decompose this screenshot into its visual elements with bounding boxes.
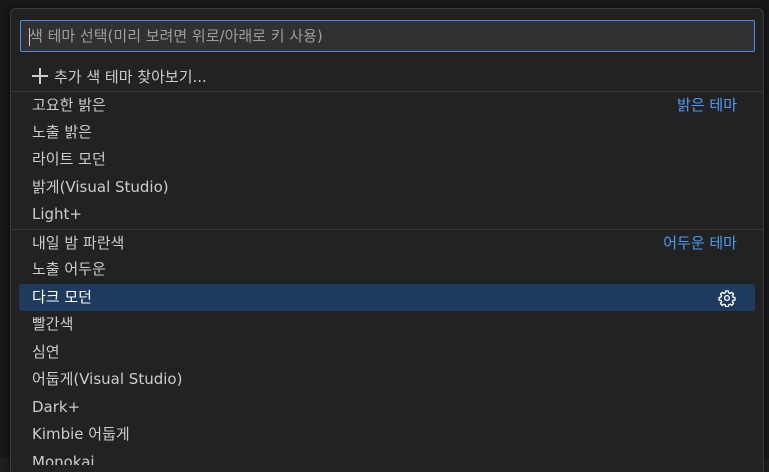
theme-list: 추가 색 테마 찾아보기... 고요한 밝은 밝은 테마 노출 밝은 라이트 모… [11, 63, 763, 465]
theme-item-label: 라이트 모던 [32, 150, 106, 168]
theme-item-light-quiet[interactable]: 고요한 밝은 밝은 테마 [11, 91, 763, 119]
theme-item-label: 밝게(Visual Studio) [32, 177, 169, 196]
theme-item-tomorrow-night-blue[interactable]: 내일 밤 파란색 어두운 테마 [11, 228, 763, 257]
theme-item-label: 심연 [32, 342, 60, 361]
theme-item-label: Dark+ [32, 397, 81, 416]
plus-icon [32, 68, 48, 84]
theme-item-dark-solarized[interactable]: 노출 어두운 [11, 256, 763, 284]
theme-item-label: 노출 어두운 [32, 260, 106, 278]
theme-item-light-solarized[interactable]: 노출 밝은 [11, 119, 763, 147]
theme-item-label: Kimbie 어둡게 [32, 425, 130, 443]
theme-item-label: Light+ [32, 205, 83, 223]
theme-item-dark-plus[interactable]: Dark+ [11, 394, 763, 422]
theme-item-label: 어둡게(Visual Studio) [32, 370, 183, 388]
browse-more-themes-item[interactable]: 추가 색 테마 찾아보기... [11, 63, 763, 91]
theme-item-label: 다크 모던 [32, 287, 92, 306]
dark-themes-group-label: 어두운 테마 [663, 233, 737, 252]
theme-item-label: 노출 밝은 [32, 122, 92, 141]
theme-item-light-visual-studio[interactable]: 밝게(Visual Studio) [11, 174, 763, 202]
theme-item-monokai[interactable]: Monokai [11, 449, 763, 465]
theme-search-input[interactable] [21, 21, 754, 51]
theme-item-abyss[interactable]: 심연 [11, 339, 763, 367]
theme-item-red[interactable]: 빨간색 [11, 311, 763, 339]
theme-item-kimbie-dark[interactable]: Kimbie 어둡게 [11, 421, 763, 449]
text-caret [29, 28, 30, 46]
gear-icon[interactable] [718, 289, 736, 307]
theme-item-dark-visual-studio[interactable]: 어둡게(Visual Studio) [11, 366, 763, 394]
theme-item-label: 빨간색 [32, 315, 74, 333]
theme-item-dark-modern[interactable]: 다크 모던 [19, 283, 755, 311]
color-theme-quick-pick: 추가 색 테마 찾아보기... 고요한 밝은 밝은 테마 노출 밝은 라이트 모… [10, 8, 764, 472]
theme-item-light-plus[interactable]: Light+ [11, 201, 763, 229]
theme-search-box[interactable] [20, 20, 755, 52]
theme-item-light-modern[interactable]: 라이트 모던 [11, 146, 763, 174]
light-themes-group-label: 밝은 테마 [677, 96, 737, 114]
theme-item-label: 내일 밤 파란색 [32, 233, 125, 252]
theme-item-label: 고요한 밝은 [32, 96, 106, 114]
theme-item-label: Monokai [32, 452, 95, 465]
browse-more-themes-label: 추가 색 테마 찾아보기... [54, 68, 207, 86]
